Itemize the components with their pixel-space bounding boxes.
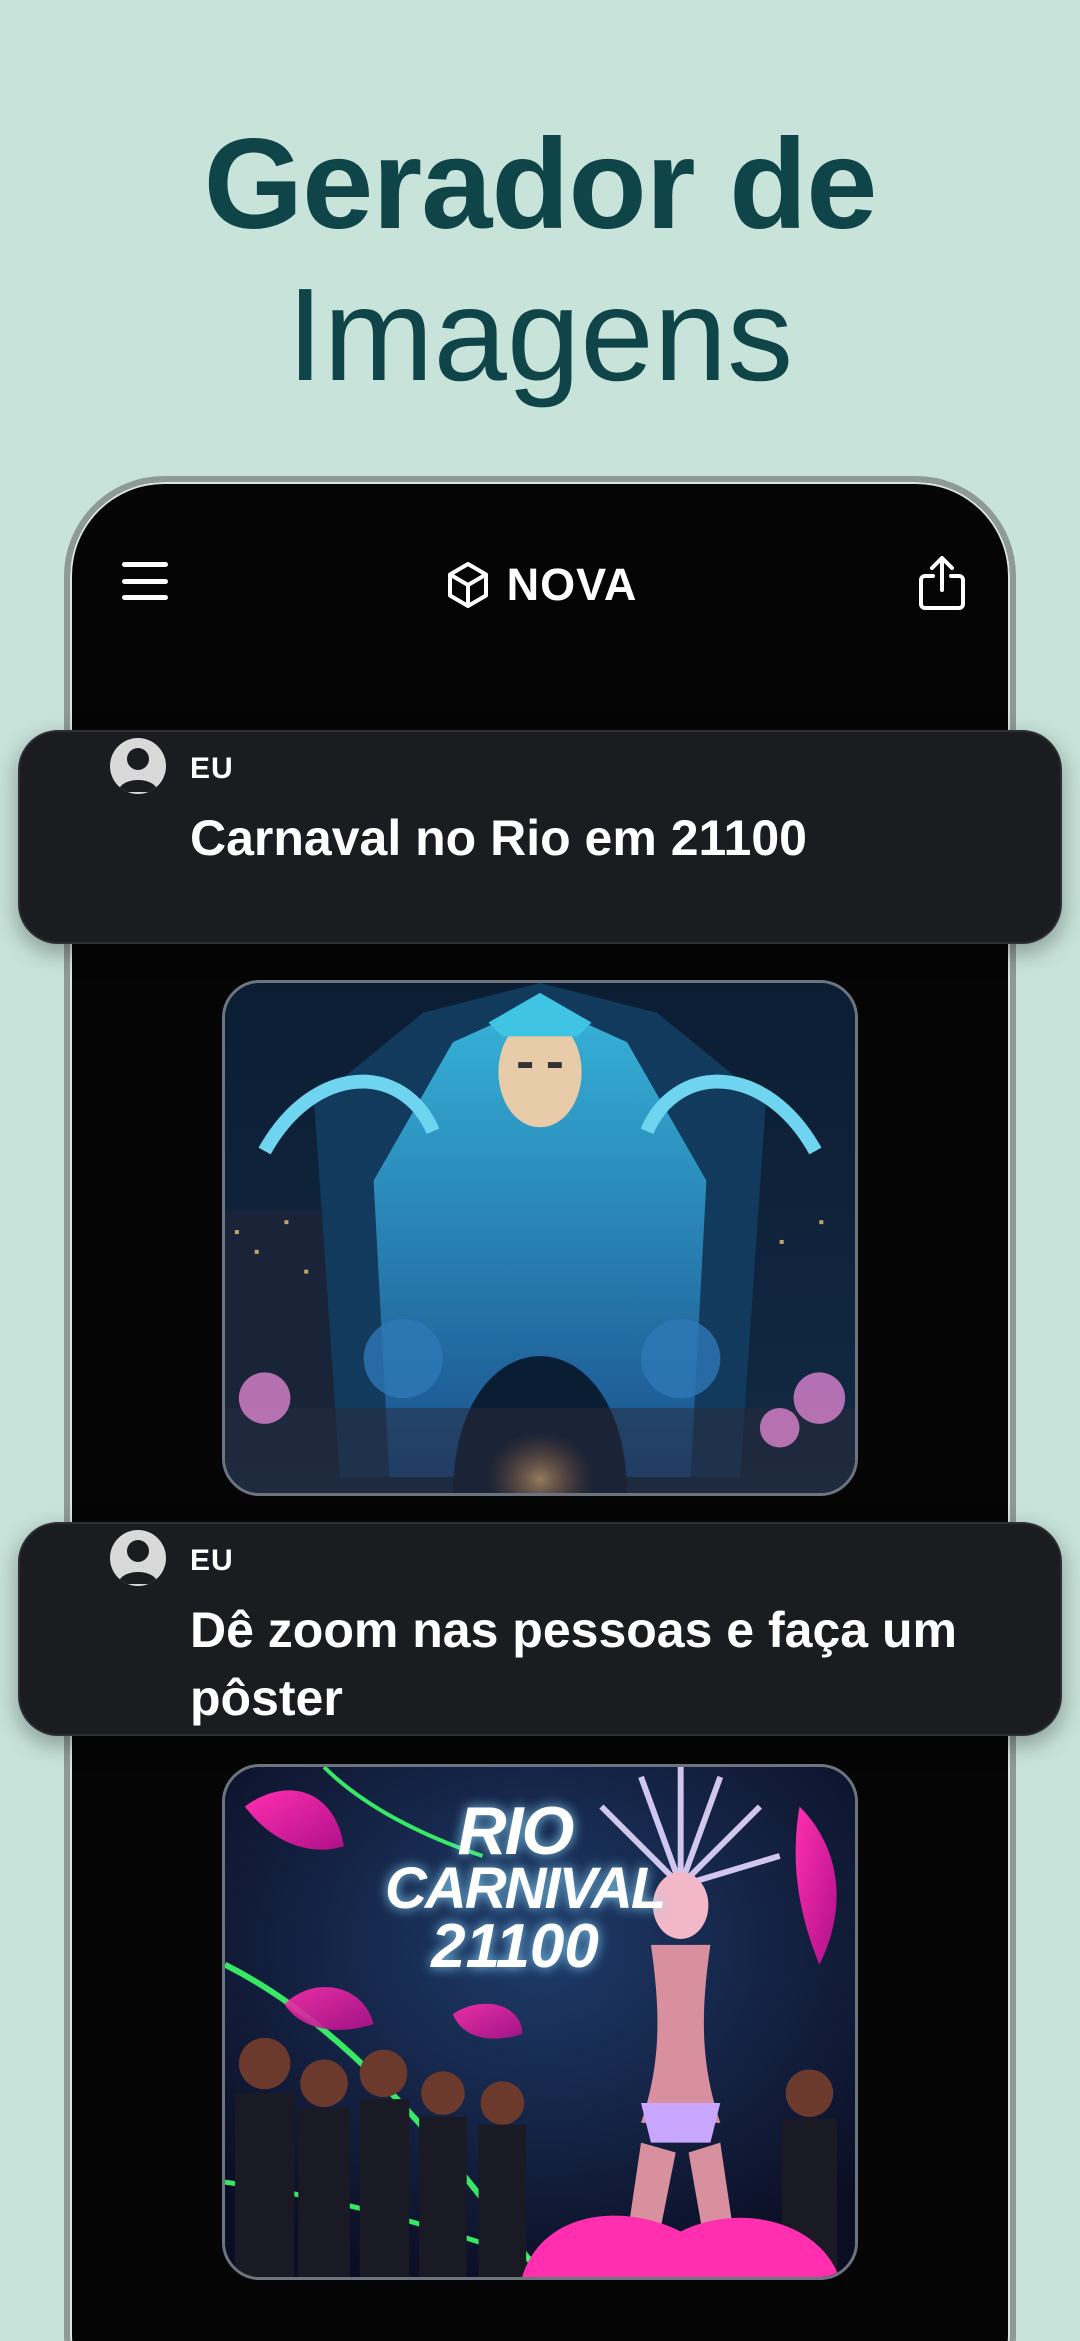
- share-icon[interactable]: [916, 554, 968, 612]
- chat-message-2: EU Dê zoom nas pessoas e faça um pôster: [18, 1522, 1062, 1736]
- message-author: EU: [190, 1544, 234, 1577]
- brand-name: NOVA: [506, 559, 638, 610]
- headline-line-1: Gerador de: [203, 113, 878, 256]
- chat-message-1: EU Carnaval no Rio em 21100: [18, 730, 1062, 944]
- message-text: Dê zoom nas pessoas e faça um pôster: [190, 1602, 957, 1726]
- headline-line-2: Imagens: [286, 261, 794, 408]
- poster-title: RIO CARNIVAL 21100: [385, 1793, 666, 1981]
- poster-line-1: RIO: [457, 1793, 575, 1869]
- user-avatar-icon: [110, 1530, 166, 1586]
- app-brand: NOVA: [64, 552, 1016, 618]
- nova-logo-icon: [447, 562, 488, 608]
- carnival-float-illustration: [225, 983, 855, 1493]
- message-text: Carnaval no Rio em 21100: [190, 810, 807, 866]
- generated-image-carnival-poster[interactable]: RIO CARNIVAL 21100: [222, 1764, 858, 2280]
- page-headline: Gerador de Imagens: [0, 110, 1080, 410]
- poster-line-2: CARNIVAL: [385, 1856, 666, 1921]
- generated-image-carnival-float[interactable]: [222, 980, 858, 1496]
- app-top-bar: NOVA: [64, 540, 1016, 630]
- message-author: EU: [190, 752, 234, 785]
- user-avatar-icon: [110, 738, 166, 794]
- poster-line-3: 21100: [431, 1912, 599, 1981]
